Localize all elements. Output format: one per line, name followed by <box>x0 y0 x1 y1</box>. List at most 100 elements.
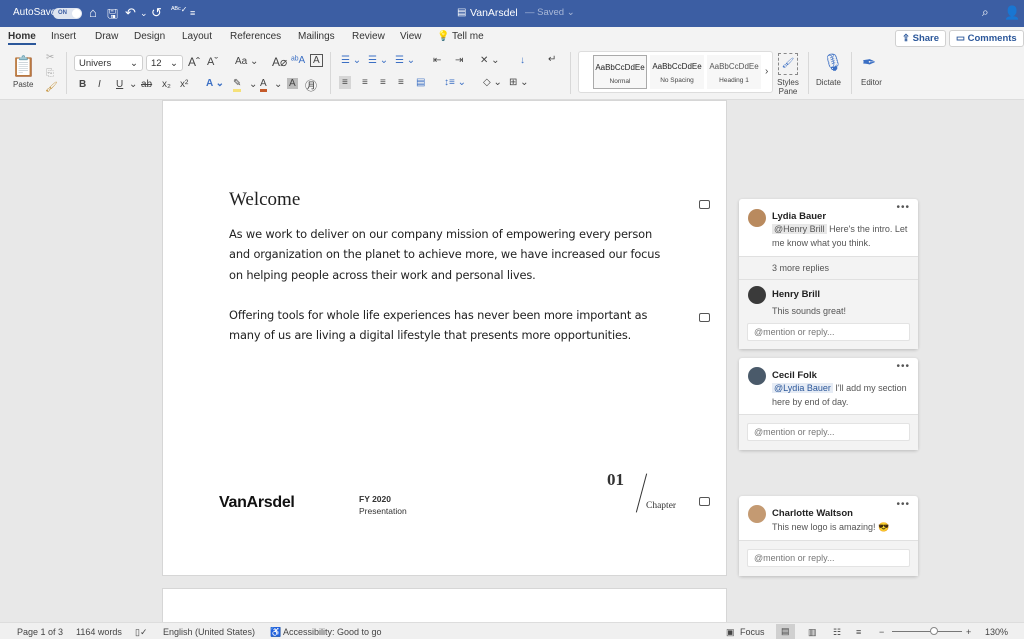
increase-indent-icon[interactable]: ⇥ <box>455 55 463 66</box>
reply-input[interactable]: @mention or reply... <box>747 423 910 441</box>
editor-pen-icon[interactable]: ✒ <box>862 53 876 73</box>
home-icon[interactable]: ⌂ <box>89 5 97 20</box>
tab-draw[interactable]: Draw <box>95 31 118 42</box>
undo-dropdown-icon[interactable]: ⌄ <box>140 8 148 19</box>
reply-input[interactable]: @mention or reply... <box>747 323 910 341</box>
tab-view[interactable]: View <box>400 31 422 42</box>
customize-icon[interactable]: ≡ <box>190 8 195 18</box>
numbering-icon[interactable]: ☰ ⌄ <box>368 55 388 66</box>
comment-marker-icon[interactable] <box>699 200 710 209</box>
bold-button[interactable]: B <box>79 79 86 90</box>
tab-review[interactable]: Review <box>352 31 385 42</box>
zoom-slider[interactable] <box>892 627 962 635</box>
editor-label[interactable]: Editor <box>861 78 882 87</box>
borders-icon[interactable]: ⊞ ⌄ <box>509 77 529 88</box>
share-person-icon[interactable]: 👤 <box>1004 5 1020 21</box>
strikethrough-button[interactable]: ab <box>141 79 152 90</box>
zoom-in-icon[interactable]: + <box>966 627 971 637</box>
tab-layout[interactable]: Layout <box>182 31 212 42</box>
phonetic-guide-icon[interactable]: ᵃᵇA <box>291 55 305 66</box>
share-button[interactable]: ⇪ Share <box>895 30 947 47</box>
align-center-icon[interactable]: ≡ <box>362 77 368 88</box>
print-layout-icon[interactable]: ▤ <box>776 624 795 639</box>
text-effects-icon[interactable]: A ⌄ <box>206 78 224 89</box>
comments-button[interactable]: ▭ Comments <box>949 30 1024 47</box>
zoom-out-icon[interactable]: − <box>879 627 884 637</box>
style-heading-1[interactable]: AaBbCcDdEe Heading 1 <box>707 55 761 89</box>
microphone-icon[interactable]: 🎙 <box>822 53 844 73</box>
align-left-icon[interactable]: ≡ <box>339 76 351 89</box>
copy-icon[interactable]: ⎘ <box>46 68 54 79</box>
tab-references[interactable]: References <box>230 31 281 42</box>
chevron-down-icon[interactable]: ⌄ <box>274 79 282 90</box>
focus-icon[interactable]: ▣ <box>726 627 735 638</box>
paste-icon[interactable]: 📋 <box>11 54 36 79</box>
mention[interactable]: @Henry Brill <box>772 224 827 234</box>
font-name-dropdown[interactable]: Univers ⌄ <box>74 55 143 71</box>
comment-marker-icon[interactable] <box>699 313 710 322</box>
styles-pane-icon[interactable]: 🖌 <box>778 53 798 75</box>
tab-home[interactable]: Home <box>8 31 36 45</box>
zoom-level[interactable]: 130% <box>985 627 1008 637</box>
more-options-icon[interactable]: ••• <box>896 361 910 372</box>
underline-button[interactable]: U <box>116 79 123 90</box>
cut-icon[interactable]: ✂ <box>46 52 54 63</box>
redo-icon[interactable]: ↺ <box>151 5 162 21</box>
undo-icon[interactable]: ↶ <box>125 5 136 21</box>
character-shading-icon[interactable]: A <box>287 78 298 89</box>
decrease-indent-icon[interactable]: ⇤ <box>433 55 441 66</box>
bullets-icon[interactable]: ☰ ⌄ <box>341 55 361 66</box>
tab-mailings[interactable]: Mailings <box>298 31 335 42</box>
styles-more-icon[interactable]: › <box>765 66 768 77</box>
word-count[interactable]: 1164 words <box>76 627 122 637</box>
zoom-slider-thumb[interactable] <box>930 627 938 635</box>
accessibility-icon[interactable]: ♿ <box>270 627 281 638</box>
font-size-dropdown[interactable]: 12 ⌄ <box>146 55 183 71</box>
reply-input[interactable]: @mention or reply... <box>747 549 910 567</box>
paste-label[interactable]: Paste <box>13 80 33 89</box>
tab-design[interactable]: Design <box>134 31 165 42</box>
style-no-spacing[interactable]: AaBbCcDdEe No Spacing <box>650 55 704 89</box>
document-page[interactable]: Welcome As we work to deliver on our com… <box>162 100 727 576</box>
accessibility-status[interactable]: Accessibility: Good to go <box>283 627 382 637</box>
focus-button[interactable]: Focus <box>740 627 765 637</box>
shading-icon[interactable]: ◇ ⌄ <box>483 77 502 88</box>
distributed-icon[interactable]: ▤ <box>416 77 425 88</box>
autosave-toggle[interactable]: ON <box>53 8 82 19</box>
comment-marker-icon[interactable] <box>699 497 710 506</box>
character-border-icon[interactable]: A <box>310 54 323 67</box>
sort-icon[interactable]: ↓ <box>520 55 525 66</box>
saved-status[interactable]: — Saved ⌄ <box>525 7 575 18</box>
page-count[interactable]: Page 1 of 3 <box>17 627 63 637</box>
change-case-button[interactable]: Aa ⌄ <box>235 56 258 67</box>
spelling-icon[interactable]: ᴬᴮᶜ✓ <box>171 5 187 14</box>
clear-formatting-icon[interactable]: A⌀ <box>272 55 287 69</box>
justify-icon[interactable]: ≡ <box>398 77 404 88</box>
grow-font-icon[interactable]: Aˆ <box>188 55 200 69</box>
more-options-icon[interactable]: ••• <box>896 499 910 510</box>
save-icon[interactable]: 🖫 <box>107 5 118 27</box>
underline-dropdown-icon[interactable]: ⌄ <box>129 79 137 90</box>
dictate-label[interactable]: Dictate <box>816 78 841 87</box>
tell-me[interactable]: Tell me <box>452 31 484 42</box>
more-options-icon[interactable]: ••• <box>896 202 910 213</box>
outline-icon[interactable]: ☷ <box>833 627 841 638</box>
more-replies-link[interactable]: 3 more replies <box>772 263 829 273</box>
asian-layout-icon[interactable]: ✕ ⌄ <box>480 55 500 66</box>
line-spacing-icon[interactable]: ↕≡ ⌄ <box>444 77 466 88</box>
draft-icon[interactable]: ≡ <box>856 627 861 637</box>
style-normal[interactable]: AaBbCcDdEe Normal <box>593 55 647 89</box>
styles-pane-label[interactable]: Styles Pane <box>776 78 800 96</box>
superscript-button[interactable]: x² <box>180 79 188 90</box>
font-color-icon[interactable]: A <box>260 78 267 92</box>
enclose-character-icon[interactable]: ㊊ <box>305 77 317 94</box>
subscript-button[interactable]: x₂ <box>162 79 171 90</box>
shrink-font-icon[interactable]: Aˇ <box>207 56 218 68</box>
italic-button[interactable]: I <box>98 79 101 90</box>
chevron-down-icon[interactable]: ⌄ <box>249 79 257 90</box>
highlight-icon[interactable]: ✎ <box>233 78 242 92</box>
language[interactable]: English (United States) <box>163 627 255 637</box>
multilevel-list-icon[interactable]: ☰ ⌄ <box>395 55 415 66</box>
align-right-icon[interactable]: ≡ <box>380 77 386 88</box>
search-icon[interactable]: ⌕ <box>982 5 989 20</box>
